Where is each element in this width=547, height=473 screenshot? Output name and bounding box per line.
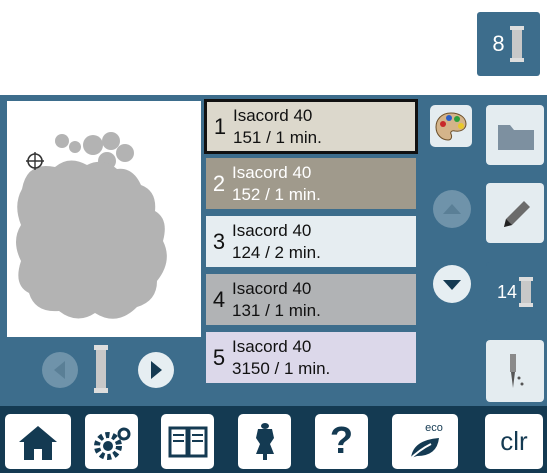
thread-count-button[interactable]: 14 <box>486 262 544 322</box>
book-icon <box>168 426 207 457</box>
next-button[interactable] <box>138 352 174 388</box>
stitch-button[interactable] <box>486 340 544 402</box>
folder-icon <box>498 125 534 150</box>
arrow-left-icon <box>54 361 65 379</box>
thread-change-button[interactable]: 8 <box>477 12 540 76</box>
leaf-icon <box>408 437 439 461</box>
help-button[interactable]: ? <box>315 414 368 469</box>
color-index: 4 <box>212 286 226 312</box>
thread-spool-icon <box>519 277 534 307</box>
color-palette-button[interactable] <box>430 105 472 147</box>
color-list-item[interactable]: 1 Isacord 40 151 / 1 min. <box>204 99 418 154</box>
thread-info: 152 / 1 min. <box>232 184 321 204</box>
color-index: 5 <box>212 344 226 370</box>
thread-spool-icon <box>509 26 524 62</box>
scroll-down-button[interactable] <box>433 265 471 303</box>
thread-info: 3150 / 1 min. <box>232 358 331 378</box>
crosshair-icon <box>26 152 44 170</box>
thread-brand: Isacord 40 <box>232 220 312 240</box>
clear-button[interactable]: clr <box>485 414 543 469</box>
palette-icon <box>435 112 467 141</box>
previous-button[interactable] <box>42 352 78 388</box>
arrow-right-icon <box>151 361 162 379</box>
color-index: 3 <box>212 228 226 254</box>
folder-button[interactable] <box>486 105 544 165</box>
home-icon <box>19 425 57 460</box>
eco-label: eco <box>425 421 443 434</box>
needle-icon <box>510 354 524 388</box>
thread-info: 131 / 1 min. <box>232 300 321 320</box>
thread-brand: Isacord 40 <box>232 336 312 356</box>
thread-spool-icon <box>94 345 108 393</box>
color-list-item[interactable]: 5 Isacord 40 3150 / 1 min. <box>204 330 418 385</box>
color-list-item[interactable]: 2 Isacord 40 152 / 1 min. <box>204 156 418 211</box>
color-index: 2 <box>212 170 226 196</box>
thread-info: 124 / 2 min. <box>232 242 321 262</box>
color-index: 1 <box>213 113 227 139</box>
pencil-icon <box>504 201 530 227</box>
home-button[interactable] <box>5 414 71 469</box>
clear-label: clr <box>500 426 528 456</box>
gear-icon <box>93 427 130 460</box>
thread-number: 8 <box>492 31 505 56</box>
thread-brand: Isacord 40 <box>233 105 313 125</box>
thread-info: 151 / 1 min. <box>233 127 322 147</box>
eco-button[interactable]: eco <box>392 414 458 469</box>
settings-button[interactable] <box>85 414 138 469</box>
edit-button[interactable] <box>486 183 544 243</box>
tutorial-button[interactable] <box>161 414 214 469</box>
design-preview <box>7 101 201 337</box>
arrow-up-icon <box>443 204 461 214</box>
help-icon: ? <box>329 420 354 462</box>
color-list-item[interactable]: 3 Isacord 40 124 / 2 min. <box>204 214 418 269</box>
color-list-item[interactable]: 4 Isacord 40 131 / 1 min. <box>204 272 418 327</box>
design-silhouette <box>16 132 167 319</box>
arrow-down-icon <box>443 280 461 290</box>
thread-count-number: 14 <box>496 281 518 302</box>
thread-brand: Isacord 40 <box>232 278 312 298</box>
creative-consultant-button[interactable] <box>238 414 291 469</box>
thread-brand: Isacord 40 <box>232 162 312 182</box>
dress-form-icon <box>255 422 274 460</box>
scroll-up-button[interactable] <box>433 190 471 228</box>
